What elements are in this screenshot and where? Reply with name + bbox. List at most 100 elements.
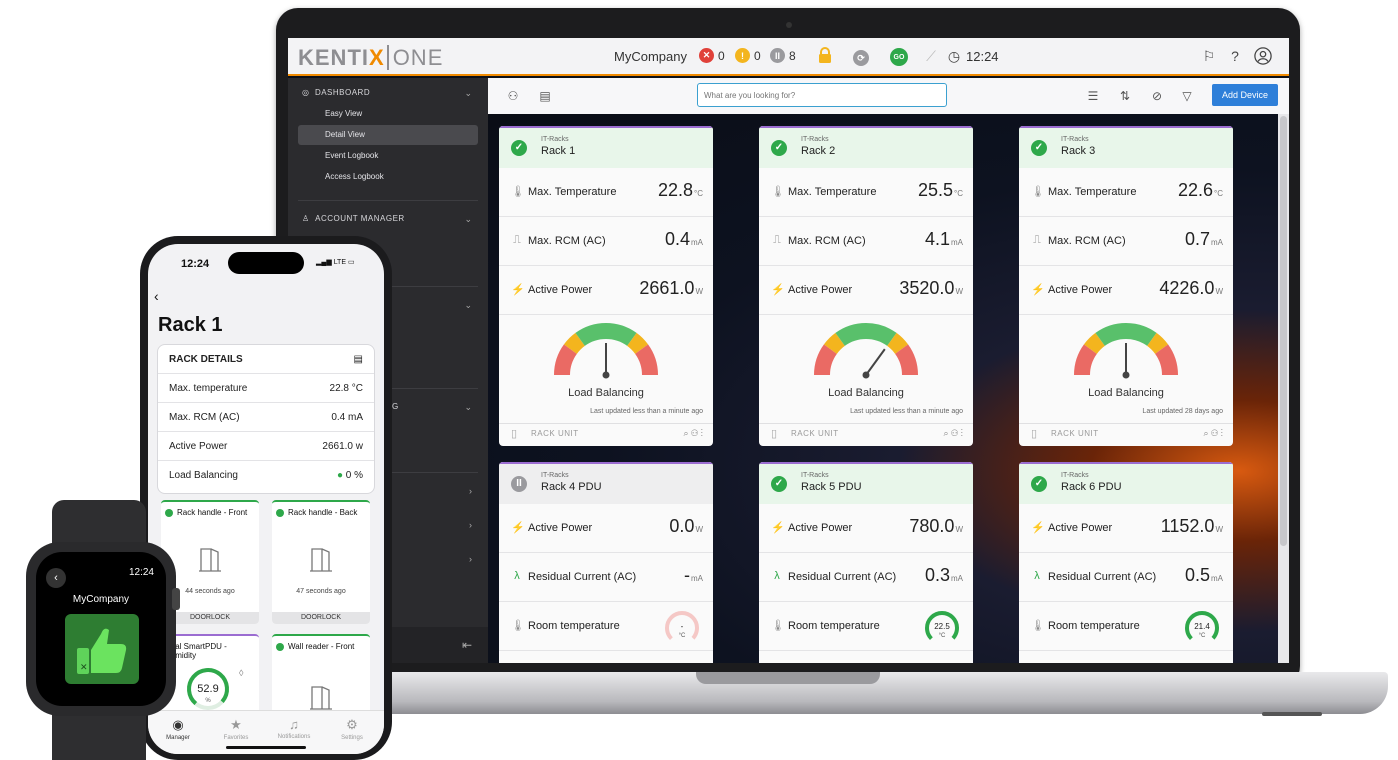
detail-row: Active Power 2661.0 w	[158, 432, 374, 461]
tab-settings[interactable]: ⚙ Settings	[324, 717, 380, 741]
metric-unit: mA	[951, 574, 963, 583]
tab-notifications[interactable]: ♫ Notifications	[266, 717, 322, 740]
clock-time: 12:24	[966, 49, 999, 64]
metric-value: 22.8°C	[657, 180, 703, 200]
hide-icon[interactable]: ⊘	[1150, 89, 1164, 103]
detail-value: 2661.0 w	[322, 441, 363, 452]
device-card-rack-3[interactable]: ✓ IT-Racks Rack 3 🌡 Max. Temperature 22.6°C ⎍ M…	[1019, 126, 1233, 446]
rack-details-panel: RACK DETAILS ▤ Max. temperature 22.8 °C M…	[157, 344, 375, 494]
tab-label: Favorites	[223, 735, 249, 741]
card-actions[interactable]: ⌕ ⚇ ⋮	[944, 428, 964, 439]
sidebar-item-access-logbook[interactable]: Access Logbook	[298, 167, 478, 187]
check-circle-icon: ✓	[771, 476, 787, 492]
back-chevron-icon[interactable]: ‹	[154, 288, 159, 304]
back-chevron-icon[interactable]: ‹	[46, 568, 66, 588]
collapse-sidebar-icon[interactable]: ⇤	[462, 638, 472, 652]
gauge-segment	[626, 332, 649, 355]
metric-row: ⎍ Max. RCM (AC) 0.7mA	[1019, 217, 1233, 266]
paused-count[interactable]: II 8	[770, 48, 796, 63]
add-device-button[interactable]: Add Device	[1212, 84, 1278, 106]
card-header[interactable]: ✓ IT-Racks Rack 6 PDU	[1019, 462, 1233, 504]
gauge-segment	[1146, 332, 1169, 355]
tab-favorites[interactable]: ★ Favorites	[208, 717, 264, 741]
table-icon[interactable]: ▤	[354, 354, 363, 365]
tile-wall-reader-front[interactable]: Wall reader - Front	[272, 634, 370, 714]
sidebar-item-detail-view[interactable]: Detail View	[298, 125, 478, 145]
plug-icon: ⚡	[511, 284, 525, 296]
metric-label: Max. RCM (AC)	[1048, 235, 1126, 247]
signal-off-icon[interactable]: ⟋	[922, 47, 940, 65]
scrollbar[interactable]	[1278, 114, 1289, 663]
detail-value: ● 0 %	[337, 470, 363, 481]
company-name[interactable]: MyCompany	[614, 49, 687, 64]
go-badge[interactable]: GO	[890, 48, 912, 66]
card-header[interactable]: II IT-Racks Rack 4 PDU	[499, 462, 713, 504]
sidebar-partial-label: G	[392, 402, 399, 411]
scroll-thumb[interactable]	[1280, 116, 1287, 546]
filter-icon[interactable]: ▽	[1180, 89, 1194, 103]
sidebar-account-manager-header[interactable]: ♙ ACCOUNT MANAGER	[302, 214, 405, 223]
rcm-icon: ⎍	[1033, 234, 1041, 246]
card-header[interactable]: ✓ IT-Racks Rack 2	[759, 126, 973, 168]
tile-rack-handle-back[interactable]: Rack handle - Back 47 seconds ago DOORLO…	[272, 500, 370, 624]
card-footer: ▯ RACK UNIT ⌕ ⚇ ⋮	[499, 423, 713, 443]
card-actions[interactable]: ⌕ ⚇ ⋮	[1204, 428, 1224, 439]
chevron-down-icon[interactable]: ⌄	[464, 214, 472, 225]
hierarchy-icon[interactable]: ⚇	[506, 89, 520, 103]
check-circle-icon: ●	[336, 470, 343, 481]
kentix-one-logo[interactable]: KENTIX ONE	[298, 45, 444, 71]
status-ok-icon	[276, 509, 284, 517]
chevron-right-icon[interactable]: ›	[469, 486, 472, 496]
sidebar-item-event-logbook[interactable]: Event Logbook	[298, 146, 478, 166]
door-icon	[310, 548, 332, 572]
metric-label: Active Power	[1048, 284, 1113, 296]
device-card-rack-4-pdu[interactable]: II IT-Racks Rack 4 PDU ⚡ Active Power 0.0W λ Re…	[499, 462, 713, 663]
rcm-icon: ⎍	[513, 234, 521, 246]
list-filter-icon[interactable]: ☰	[1086, 89, 1100, 103]
card-header[interactable]: ✓ IT-Racks Rack 3	[1019, 126, 1233, 168]
chevron-right-icon[interactable]: ›	[469, 520, 472, 530]
metric-row: 🌡 Max. Temperature 25.5°C	[759, 168, 973, 217]
thermometer-icon: 🌡	[1031, 620, 1045, 632]
chevron-down-icon[interactable]: ⌄	[464, 402, 472, 413]
user-icon[interactable]	[1254, 47, 1272, 65]
help-icon[interactable]: ?	[1226, 47, 1244, 65]
table-view-icon[interactable]: ▤	[538, 89, 552, 103]
thermometer-icon: 🌡	[511, 186, 525, 198]
device-card-rack-1[interactable]: ✓ IT-Racks Rack 1 🌡 Max. Temperature 22.8°C ⎍ M…	[499, 126, 713, 446]
refresh-icon[interactable]: ⟳	[853, 47, 871, 66]
metric-label: Room temperature	[1048, 620, 1140, 632]
lock-icon[interactable]	[818, 47, 832, 63]
tab-manager[interactable]: ◉ Manager	[150, 717, 206, 741]
chevron-down-icon[interactable]: ⌄	[464, 300, 472, 311]
warning-count[interactable]: ! 0	[735, 48, 761, 63]
rack-unit-label: RACK UNIT	[531, 429, 579, 438]
metric-label: Max. Temperature	[1048, 186, 1137, 198]
error-count[interactable]: ✕ 0	[699, 48, 725, 63]
chevron-down-icon[interactable]: ⌄	[464, 88, 472, 99]
search-input[interactable]	[697, 83, 947, 107]
sidebar-item-easy-view[interactable]: Easy View	[298, 104, 478, 124]
sort-icon[interactable]: ⇅	[1118, 89, 1132, 103]
chevron-right-icon[interactable]: ›	[469, 554, 472, 564]
sidebar-dashboard-header[interactable]: ◎ DASHBOARD	[302, 88, 370, 97]
metric-row: 🌡 Room temperature 21.4 °C	[1019, 602, 1233, 651]
humidity-value: 52.9	[197, 683, 218, 695]
door-icon	[199, 548, 221, 572]
metric-row: ⎍ Max. RCM (AC) 4.1mA	[759, 217, 973, 266]
device-card-rack-5-pdu[interactable]: ✓ IT-Racks Rack 5 PDU ⚡ Active Power 780.0W λ R…	[759, 462, 973, 663]
detail-row: Load Balancing ● 0 %	[158, 461, 374, 490]
megaphone-icon[interactable]: ⚐	[1200, 47, 1218, 65]
watch-crown[interactable]	[172, 588, 180, 610]
metric-value: 0.5mA	[1184, 565, 1223, 585]
metric-value: 4.1mA	[924, 229, 963, 249]
detail-value: 0.4 mA	[331, 412, 363, 423]
card-actions[interactable]: ⌕ ⚇ ⋮	[684, 428, 704, 439]
device-card-rack-2[interactable]: ✓ IT-Racks Rack 2 🌡 Max. Temperature 25.5°C ⎍ M…	[759, 126, 973, 446]
watch-status-tile[interactable]: ✕	[65, 614, 139, 684]
metric-value: 25.5°C	[917, 180, 963, 200]
device-card-rack-6-pdu[interactable]: ✓ IT-Racks Rack 6 PDU ⚡ Active Power 1152.0W λ…	[1019, 462, 1233, 663]
tile-title: Rack handle - Front	[177, 508, 248, 517]
card-header[interactable]: ✓ IT-Racks Rack 5 PDU	[759, 462, 973, 504]
card-header[interactable]: ✓ IT-Racks Rack 1	[499, 126, 713, 168]
